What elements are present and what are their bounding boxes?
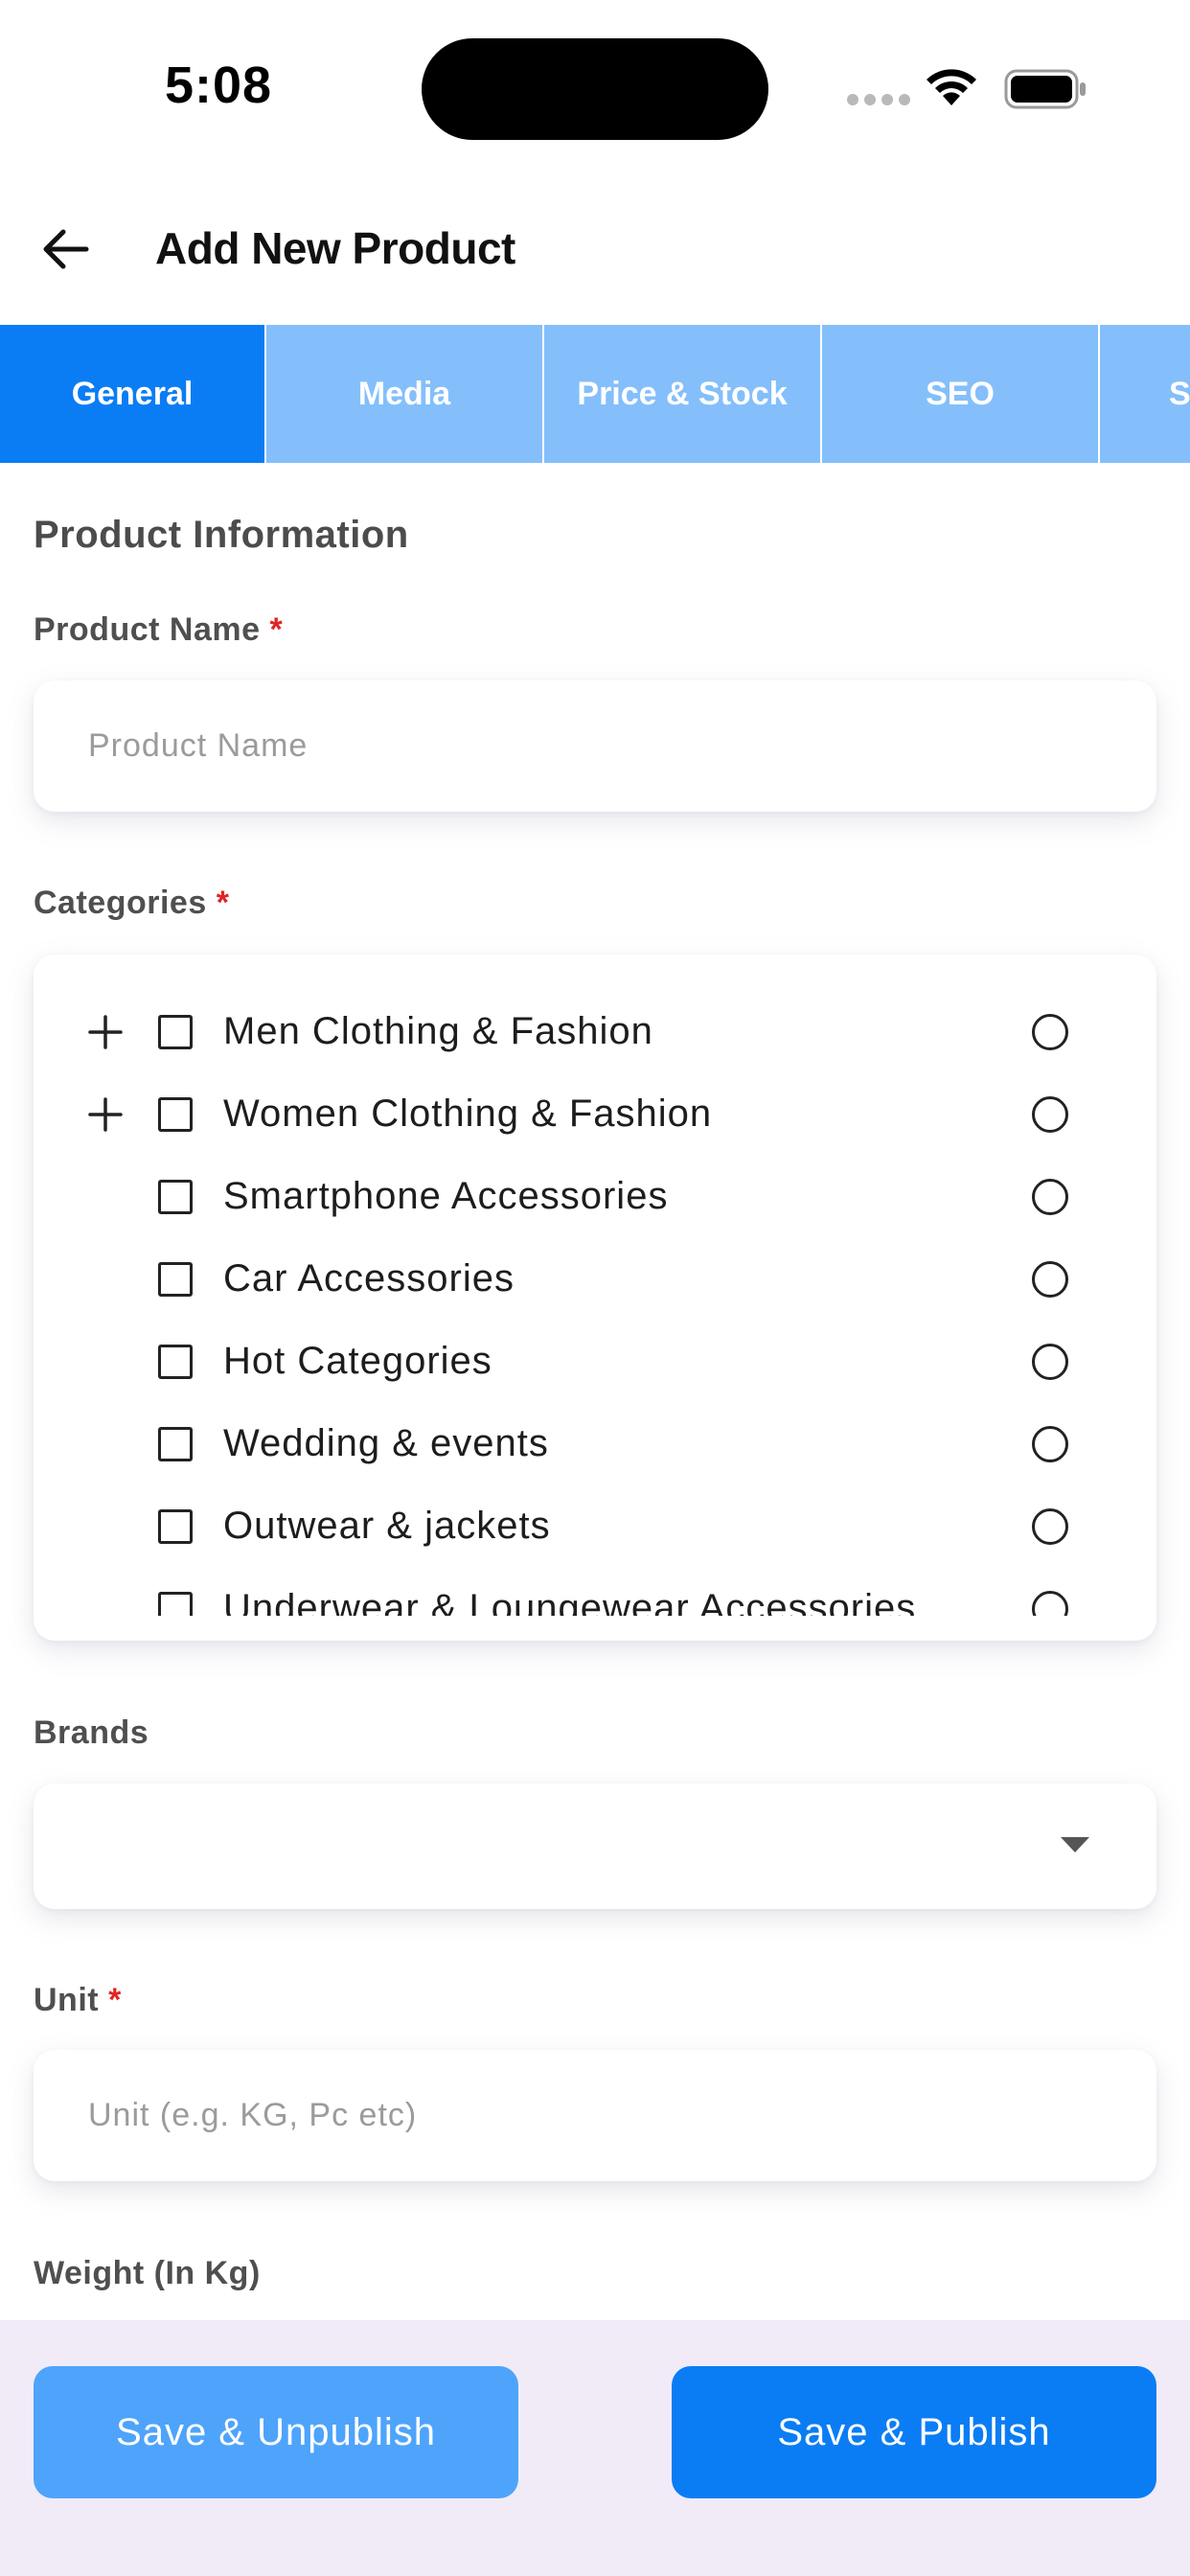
product-name-field <box>34 680 1156 812</box>
tab-price-stock[interactable]: Price & Stock <box>544 325 822 463</box>
expand-plus-icon[interactable] <box>87 1096 124 1133</box>
category-main-radio[interactable] <box>1032 1426 1068 1462</box>
category-checkbox[interactable] <box>158 1345 193 1379</box>
tab-shipping[interactable]: S <box>1100 325 1190 463</box>
unit-field <box>34 2050 1156 2181</box>
product-name-label: Product Name * <box>34 611 284 648</box>
categories-tree[interactable]: Men Clothing & Fashion Women Clothing & F… <box>34 954 1156 1641</box>
category-row[interactable]: Hot Categories <box>34 1321 1156 1403</box>
category-label: Hot Categories <box>223 1340 492 1382</box>
status-bar: 5:08 <box>0 0 1190 172</box>
category-checkbox[interactable] <box>158 1097 193 1132</box>
category-label: Smartphone Accessories <box>223 1175 669 1217</box>
category-label: Men Clothing & Fashion <box>223 1010 653 1052</box>
category-checkbox[interactable] <box>158 1180 193 1214</box>
category-checkbox[interactable] <box>158 1262 193 1297</box>
section-title: Product Information <box>34 514 409 556</box>
category-main-radio[interactable] <box>1032 1344 1068 1380</box>
save-unpublish-button[interactable]: Save & Unpublish <box>34 2366 518 2498</box>
bottom-action-bar: Save & Unpublish Save & Publish <box>0 2320 1190 2576</box>
category-row[interactable]: Underwear & Loungewear Accessories <box>34 1568 1156 1616</box>
dynamic-island <box>422 38 768 140</box>
categories-list: Men Clothing & Fashion Women Clothing & F… <box>34 954 1156 1616</box>
wifi-icon <box>927 69 976 105</box>
categories-label: Categories * <box>34 885 230 921</box>
tab-seo[interactable]: SEO <box>822 325 1100 463</box>
product-name-input[interactable] <box>34 680 1156 812</box>
unit-input[interactable] <box>34 2050 1156 2181</box>
expand-plus-icon[interactable] <box>87 1014 124 1050</box>
tab-media[interactable]: Media <box>266 325 544 463</box>
category-main-radio[interactable] <box>1032 1508 1068 1545</box>
category-row[interactable]: Men Clothing & Fashion <box>34 991 1156 1073</box>
tab-bar: General Media Price & Stock SEO S <box>0 325 1190 463</box>
category-label: Women Clothing & Fashion <box>223 1092 713 1135</box>
required-mark: * <box>108 1982 122 2018</box>
category-row[interactable]: Smartphone Accessories <box>34 1156 1156 1238</box>
category-checkbox[interactable] <box>158 1015 193 1049</box>
save-publish-button[interactable]: Save & Publish <box>672 2366 1156 2498</box>
status-time: 5:08 <box>165 57 273 114</box>
back-button[interactable] <box>27 213 103 286</box>
weight-label: Weight (In Kg) <box>34 2255 261 2291</box>
category-row[interactable]: Wedding & events <box>34 1403 1156 1485</box>
category-main-radio[interactable] <box>1032 1014 1068 1050</box>
tab-general[interactable]: General <box>0 325 266 463</box>
category-main-radio[interactable] <box>1032 1261 1068 1298</box>
arrow-left-icon <box>43 229 89 269</box>
category-label: Car Accessories <box>223 1257 515 1300</box>
category-main-radio[interactable] <box>1032 1591 1068 1616</box>
required-mark: * <box>269 611 284 648</box>
category-checkbox[interactable] <box>158 1427 193 1461</box>
cellular-signal-icon <box>847 94 910 105</box>
category-label: Outwear & jackets <box>223 1505 551 1547</box>
page-title: Add New Product <box>155 223 515 273</box>
category-main-radio[interactable] <box>1032 1096 1068 1133</box>
category-label: Underwear & Loungewear Accessories <box>223 1587 917 1616</box>
category-row[interactable]: Car Accessories <box>34 1238 1156 1321</box>
battery-icon <box>1004 69 1086 109</box>
brands-label: Brands <box>34 1714 149 1751</box>
brands-dropdown[interactable] <box>34 1783 1156 1909</box>
category-checkbox[interactable] <box>158 1592 193 1616</box>
app-header: Add New Product <box>0 192 1190 307</box>
category-main-radio[interactable] <box>1032 1179 1068 1215</box>
category-row[interactable]: Outwear & jackets <box>34 1485 1156 1568</box>
category-checkbox[interactable] <box>158 1509 193 1544</box>
category-row[interactable]: Women Clothing & Fashion <box>34 1073 1156 1156</box>
category-label: Wedding & events <box>223 1422 549 1464</box>
caret-down-icon <box>1061 1837 1089 1852</box>
required-mark: * <box>216 885 230 921</box>
unit-label: Unit * <box>34 1982 122 2018</box>
